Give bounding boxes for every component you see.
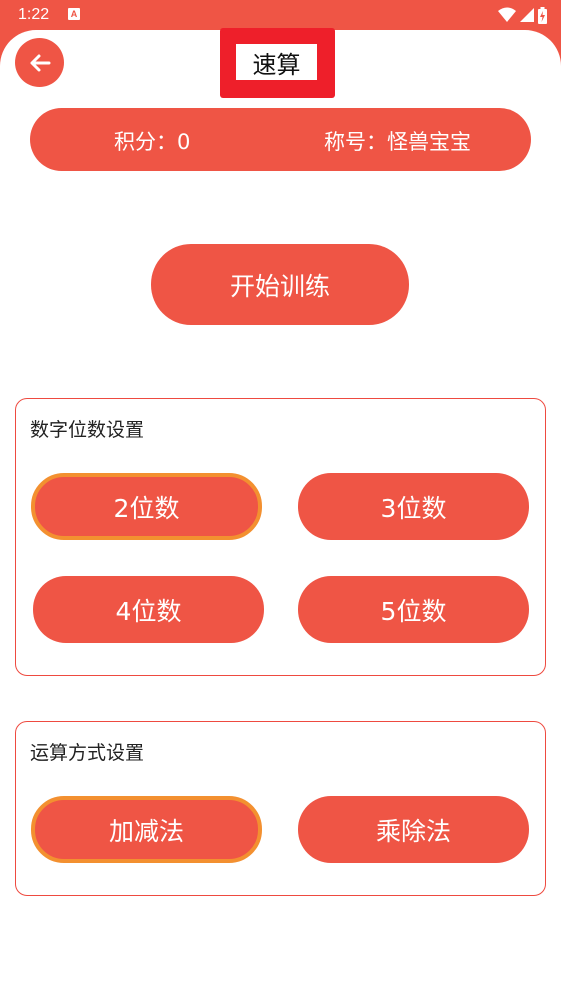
page-title: 速算: [236, 44, 317, 80]
status-icons: [498, 6, 547, 24]
status-bar: 1:22 A: [0, 0, 561, 30]
wifi-icon: [498, 7, 516, 22]
signal-icon: [520, 8, 534, 22]
rank-text: 称号：怪兽宝宝: [324, 130, 471, 154]
score-bar: 积分：0 称号：怪兽宝宝: [30, 108, 531, 171]
digits-option-3[interactable]: 3位数: [298, 473, 529, 540]
ops-panel-title: 运算方式设置: [30, 742, 145, 764]
start-training-button[interactable]: 开始训练: [151, 244, 409, 325]
arrow-left-icon: [30, 54, 50, 71]
battery-icon: [538, 6, 547, 24]
digits-option-2[interactable]: 2位数: [31, 473, 262, 540]
digits-panel-title: 数字位数设置: [30, 419, 145, 441]
status-time: 1:22: [18, 6, 50, 23]
score-text: 积分：0: [114, 130, 191, 154]
back-button[interactable]: [15, 38, 64, 87]
digits-option-5[interactable]: 5位数: [298, 576, 529, 643]
operation-settings-panel: 运算方式设置 加减法 乘除法: [15, 721, 546, 896]
title-highlight: 速算: [220, 28, 335, 98]
digits-settings-panel: 数字位数设置 2位数 3位数 4位数 5位数: [15, 398, 546, 676]
multiply-divide-option[interactable]: 乘除法: [298, 796, 529, 863]
notification-a-icon: A: [68, 8, 80, 20]
digits-option-4[interactable]: 4位数: [33, 576, 264, 643]
add-subtract-option[interactable]: 加减法: [31, 796, 262, 863]
